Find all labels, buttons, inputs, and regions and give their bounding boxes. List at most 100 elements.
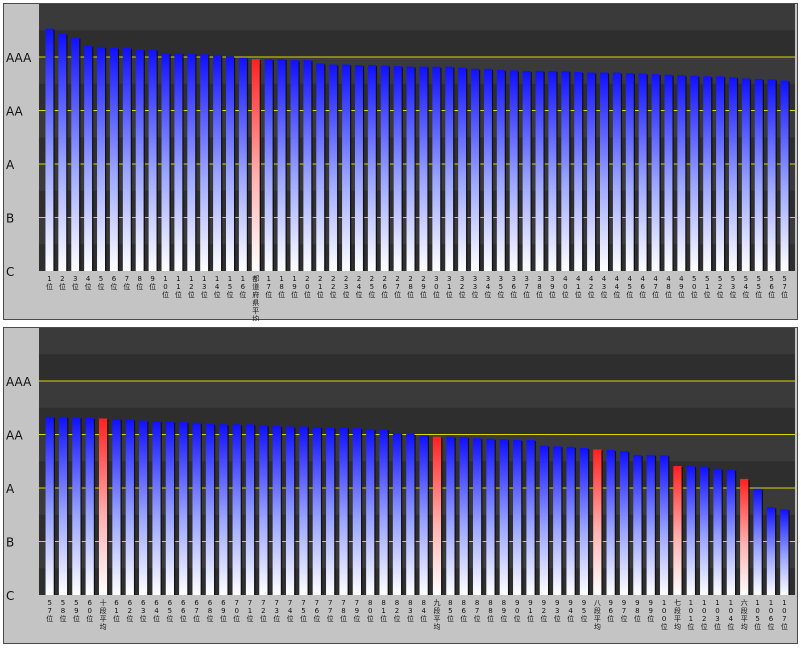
x-tick-label: 67位 (193, 599, 200, 623)
bar (446, 436, 455, 595)
bar (152, 421, 161, 595)
bar-shadow (507, 440, 510, 595)
bar (135, 49, 144, 272)
x-tick-label: 七段平均 (674, 598, 681, 631)
x-tick-label: 100位 (661, 599, 668, 631)
bar (165, 421, 175, 595)
bar (406, 66, 415, 271)
bar (754, 78, 763, 271)
x-tick-label: 86位 (460, 599, 467, 623)
x-tick-label: 78位 (340, 599, 347, 623)
bar (740, 478, 749, 595)
chart-1-svg: AAAAAABC 1 位2 位3 位4 位5 位6 位7 位8 位9 位1 0 位1 1 位1 2 位1 3 位1 4… (6, 4, 795, 321)
x-tick-label: 84位 (420, 599, 427, 623)
bar-shadow (517, 71, 519, 271)
bar-shadow (174, 422, 176, 595)
x-tick-label: 4位 (85, 275, 92, 291)
y-tick-label: B (6, 212, 14, 226)
bar-shadow (67, 417, 69, 595)
x-tick-label: 21位 (317, 275, 324, 299)
x-tick-label: 81位 (380, 599, 387, 623)
bar (780, 509, 789, 595)
bar (205, 423, 215, 595)
bar-shadow (272, 60, 274, 271)
x-tick-label: 95位 (580, 599, 587, 623)
x-tick-label: 15位 (227, 275, 234, 299)
x-tick-label: 20位 (304, 275, 311, 299)
bar (299, 426, 308, 595)
x-tick-label: 70位 (233, 599, 240, 623)
bar-shadow (761, 489, 763, 595)
bar (766, 507, 776, 595)
bar-shadow (561, 447, 563, 595)
bar (612, 72, 621, 271)
y-tick-label: AAA (6, 51, 32, 65)
y-tick-label: AA (6, 105, 24, 119)
x-tick-label: 12位 (188, 275, 195, 299)
bar (45, 416, 54, 595)
x-tick-label: 79位 (353, 599, 360, 623)
bar-shadow (187, 423, 189, 595)
bar-shadow (53, 417, 56, 595)
x-tick-label: 55位 (755, 275, 762, 299)
bar (259, 425, 268, 595)
bar-shadow (156, 50, 158, 272)
x-tick-label: 14位 (214, 275, 221, 299)
bar-shadow (259, 60, 261, 271)
bar-shadow (646, 74, 648, 272)
bar-shadow (214, 424, 216, 595)
bar (139, 420, 148, 595)
bar (700, 466, 709, 595)
bar (406, 433, 415, 595)
bar (486, 438, 495, 595)
x-tick-label: 27位 (394, 275, 401, 299)
bar (238, 57, 247, 271)
x-tick-label: 9位 (149, 275, 156, 291)
bar (112, 418, 121, 595)
x-tick-label: 57位 (46, 599, 53, 623)
bar-shadow (221, 55, 223, 271)
bar-shadow (788, 510, 790, 595)
bar (277, 59, 286, 271)
x-tick-label: 87位 (474, 599, 481, 623)
bar-shadow (556, 71, 558, 271)
bar (535, 70, 544, 271)
bar-shadow (588, 448, 590, 595)
bar (767, 79, 776, 271)
x-tick-label: 60位 (86, 599, 93, 623)
bar (574, 71, 583, 271)
x-tick-label: 5位 (98, 275, 105, 291)
bar-shadow (453, 67, 455, 271)
bar-shadow (414, 434, 416, 595)
bar-shadow (66, 34, 68, 272)
bar-shadow (721, 469, 723, 595)
bar-shadow (633, 74, 635, 271)
x-tick-label: 32位 (459, 275, 466, 299)
x-tick-label: 62位 (126, 599, 133, 623)
bar-shadow (582, 72, 584, 271)
x-tick-label: 51位 (704, 275, 711, 299)
bar-shadow (143, 50, 145, 272)
bar (179, 422, 188, 595)
x-tick-label: 39位 (549, 275, 556, 299)
y-tick-label: A (6, 158, 15, 172)
bar-shadow (298, 61, 300, 272)
bar-shadow (494, 439, 496, 595)
bar (264, 59, 273, 271)
bar-shadow (347, 428, 349, 595)
x-tick-label: 85位 (447, 599, 454, 623)
bar (690, 75, 699, 271)
bar (45, 28, 54, 271)
x-tick-label: 16位 (239, 275, 246, 299)
bar (619, 451, 629, 595)
bar-shadow (280, 426, 283, 595)
bar-shadow (79, 38, 81, 271)
bar (741, 78, 750, 272)
bar-shadow (246, 58, 249, 271)
bar-shadow (521, 440, 523, 595)
bar (125, 419, 134, 595)
bar (352, 428, 362, 595)
bar (780, 80, 789, 271)
x-tick-label: 34位 (484, 275, 491, 299)
bar (509, 70, 518, 271)
